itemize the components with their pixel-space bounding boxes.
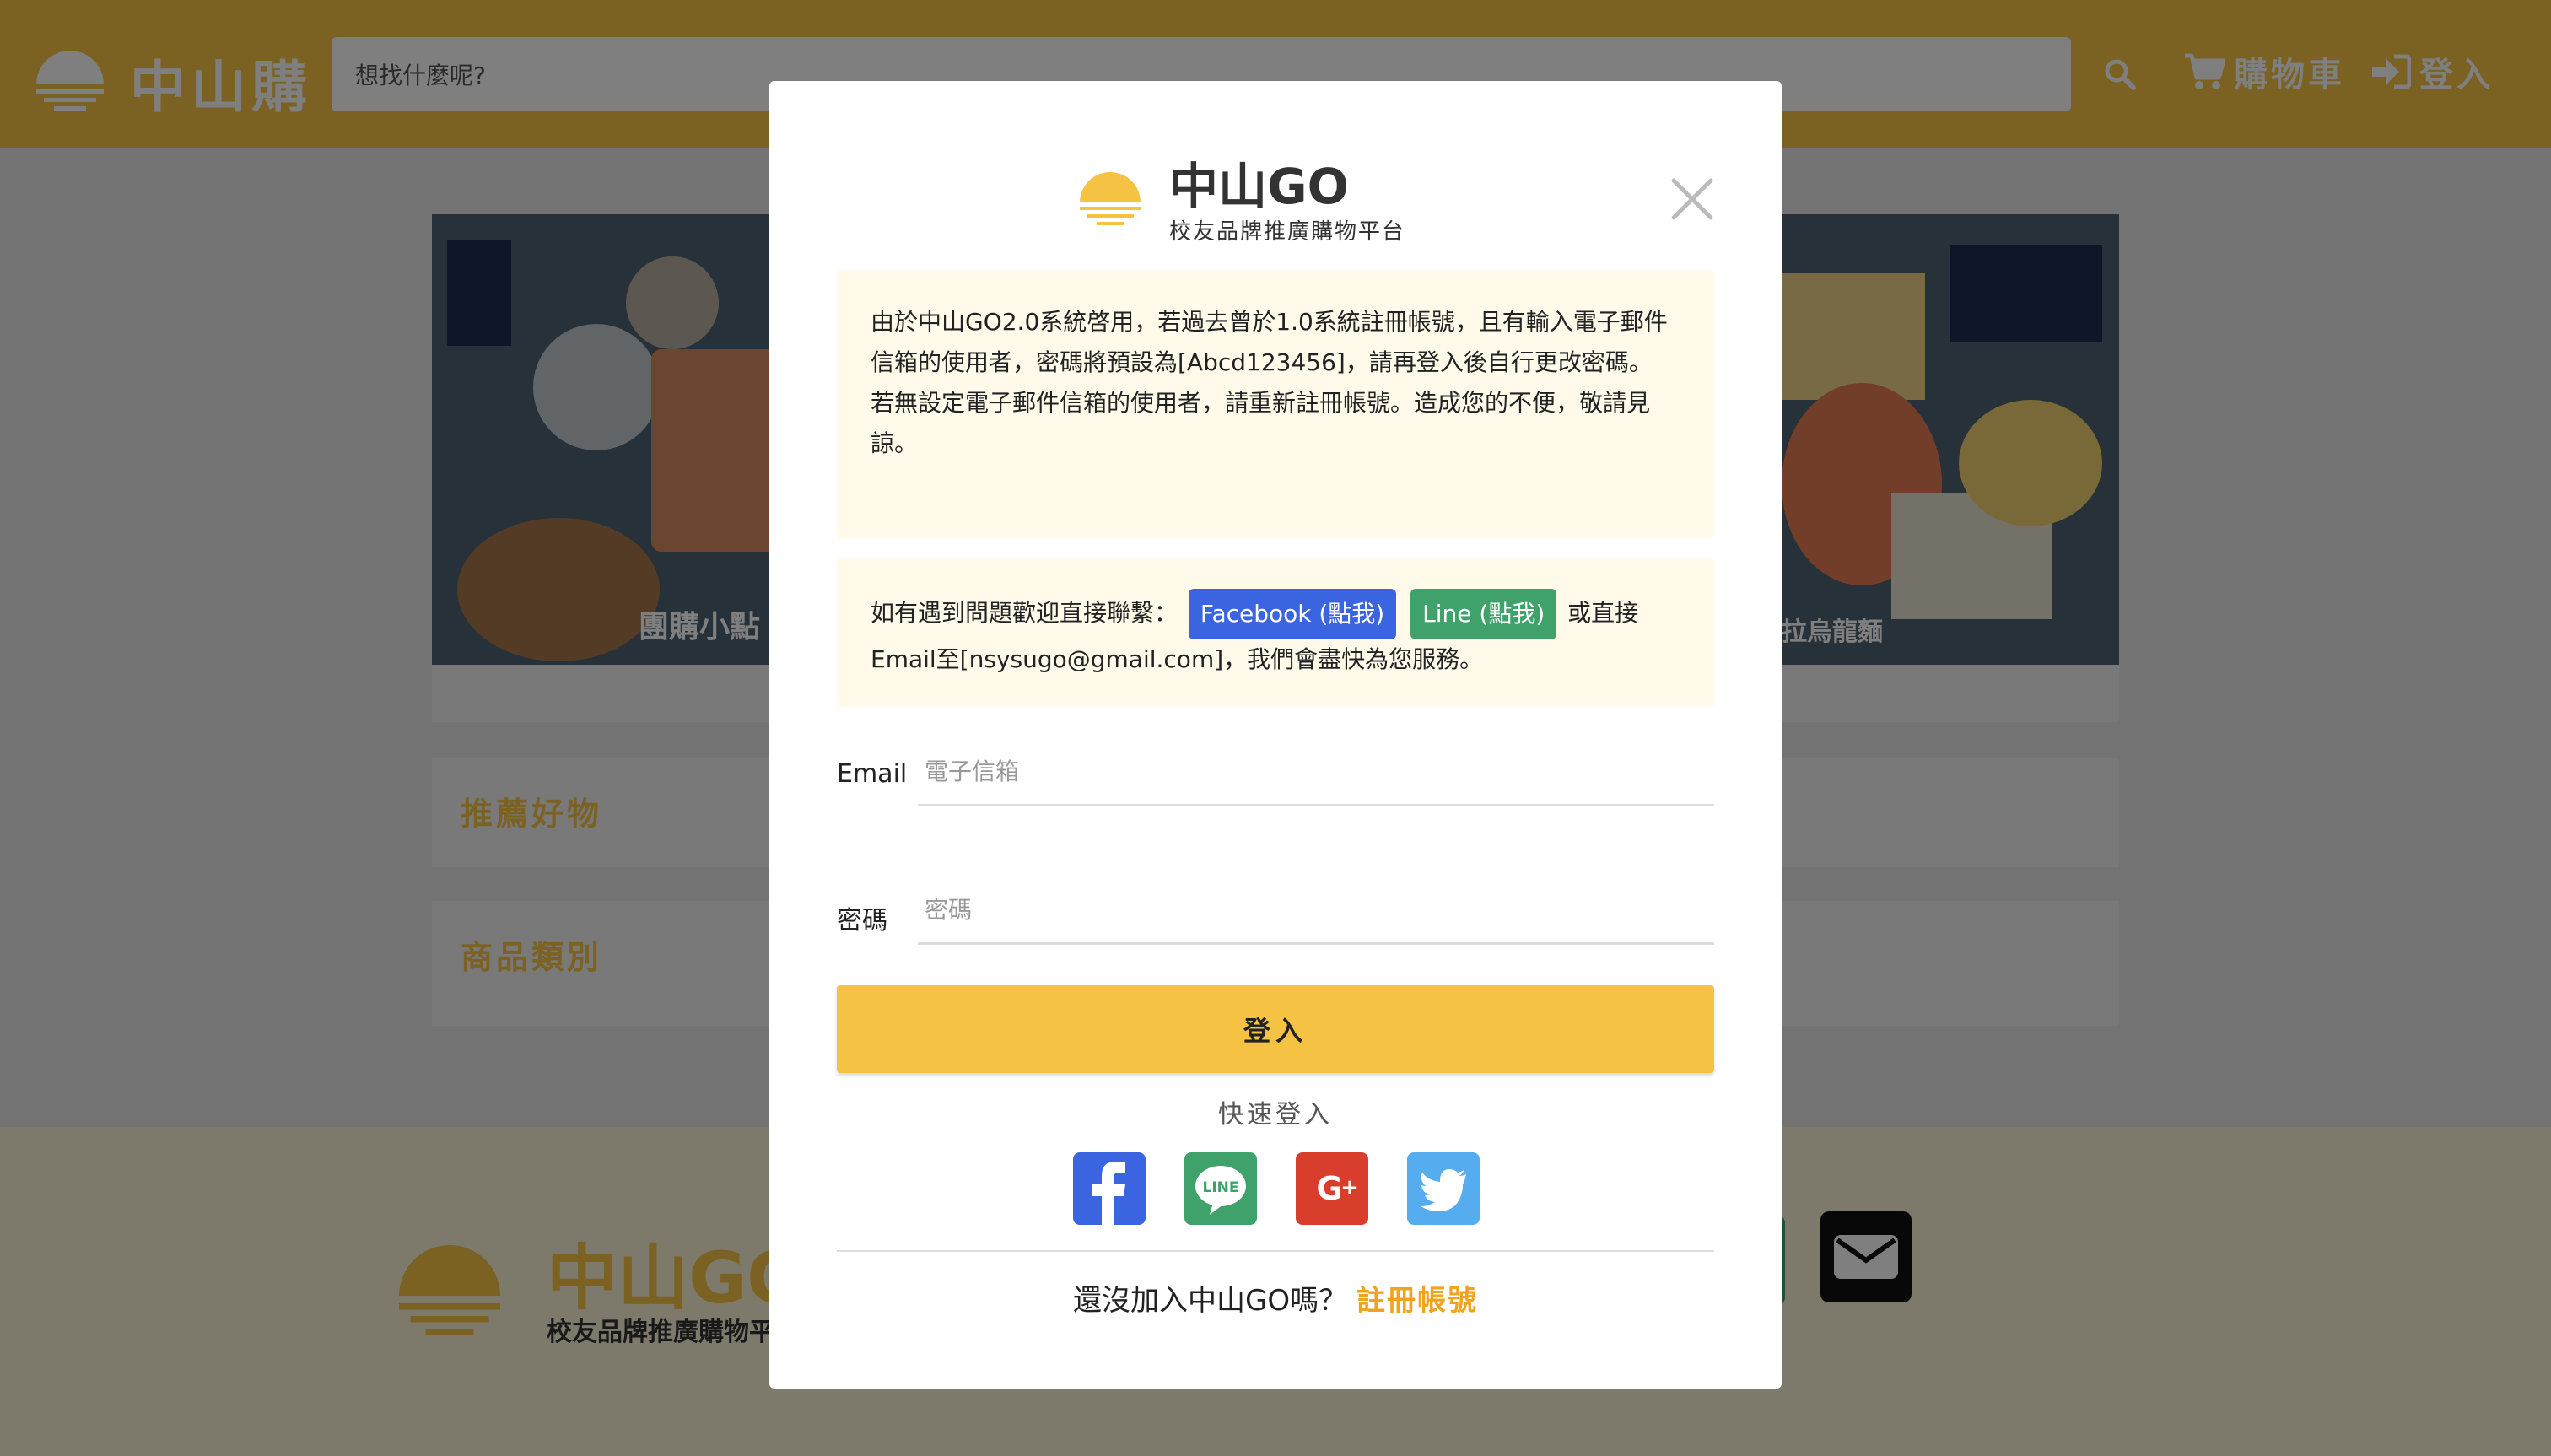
email-field[interactable] — [918, 739, 1714, 806]
svg-text:+: + — [1340, 1175, 1359, 1200]
google-plus-login-button[interactable]: G + — [1296, 1152, 1368, 1225]
contact-prefix: 如有遇到問題歡迎直接聯繫： — [871, 599, 1178, 627]
signup-row: 還沒加入中山GO嗎？ 註冊帳號 — [837, 1277, 1714, 1318]
email-label: Email — [837, 759, 908, 789]
modal-divider — [837, 1250, 1714, 1252]
contact-notice: 如有遇到問題歡迎直接聯繫： Facebook (點我) Line (點我) 或直… — [837, 558, 1714, 707]
line-icon: LINE — [1195, 1166, 1246, 1215]
google-plus-icon: G + — [1316, 1170, 1359, 1207]
twitter-login-button[interactable] — [1407, 1152, 1480, 1225]
twitter-icon — [1421, 1169, 1466, 1211]
svg-text:G: G — [1316, 1170, 1342, 1207]
modal-subtitle: 校友品牌推廣購物平台 — [1169, 219, 1406, 245]
sun-logo-icon — [1080, 172, 1141, 225]
quick-login-label: 快速登入 — [1218, 1100, 1333, 1130]
login-modal: 中山GO 校友品牌推廣購物平台 由於中山GO2.0系統啓用，若過去曾於1.0系統… — [769, 81, 1782, 1389]
signup-prompt: 還沒加入中山GO嗎？ — [1073, 1284, 1348, 1318]
line-contact-button[interactable]: Line (點我) — [1410, 589, 1557, 639]
facebook-icon — [1092, 1162, 1125, 1225]
migration-notice: 由於中山GO2.0系統啓用，若過去曾於1.0系統註冊帳號，且有輸入電子郵件信箱的… — [837, 270, 1714, 538]
notice-paragraph: 由於中山GO2.0系統啓用，若過去曾於1.0系統註冊帳號，且有輸入電子郵件信箱的… — [871, 308, 1668, 376]
line-login-button[interactable]: LINE — [1184, 1152, 1257, 1225]
facebook-contact-button[interactable]: Facebook (點我) — [1188, 589, 1397, 639]
signup-link[interactable]: 註冊帳號 — [1356, 1284, 1478, 1318]
login-button[interactable]: 登入 — [837, 985, 1714, 1073]
svg-text:LINE: LINE — [1203, 1179, 1239, 1196]
password-field[interactable] — [918, 877, 1714, 945]
facebook-login-button[interactable] — [1073, 1152, 1146, 1225]
password-label: 密碼 — [837, 906, 887, 936]
modal-brand: 中山GO — [1169, 158, 1349, 215]
close-icon[interactable] — [1667, 174, 1718, 224]
notice-paragraph: 若無設定電子郵件信箱的使用者，請重新註冊帳號。造成您的不便，敬請見諒。 — [871, 389, 1651, 457]
